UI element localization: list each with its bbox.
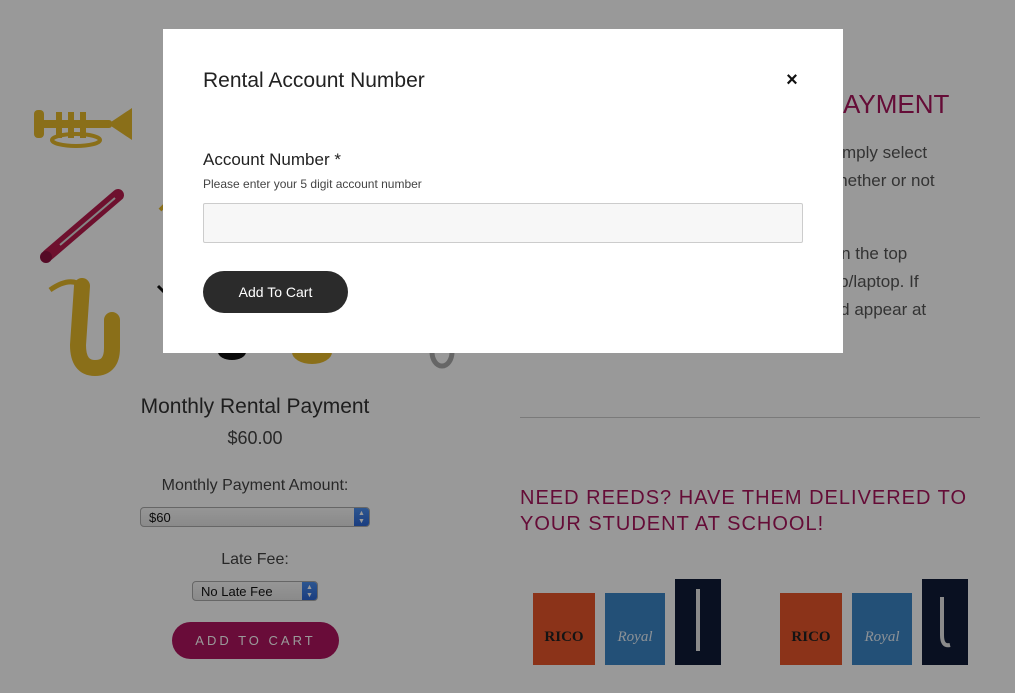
rental-account-modal: Rental Account Number × Account Number *…: [163, 29, 843, 353]
account-number-input[interactable]: [203, 203, 803, 243]
account-number-label: Account Number *: [203, 150, 341, 169]
modal-title: Rental Account Number: [203, 69, 425, 92]
account-number-help: Please enter your 5 digit account number: [203, 177, 422, 191]
modal-add-to-cart-button[interactable]: Add To Cart: [203, 271, 348, 313]
close-icon[interactable]: ×: [779, 67, 805, 93]
